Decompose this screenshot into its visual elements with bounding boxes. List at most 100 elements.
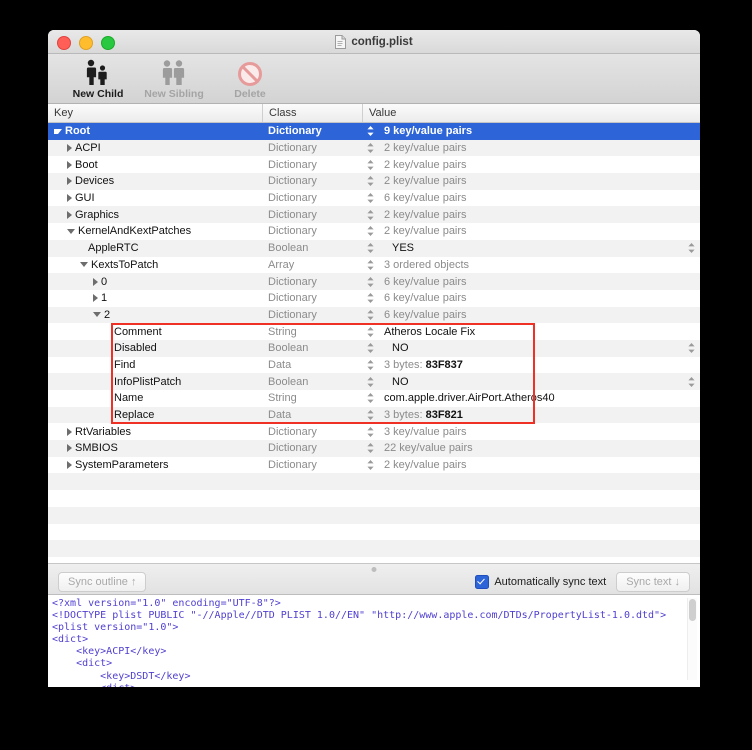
row-value-cell[interactable]: 3 bytes: 83F837: [378, 359, 682, 371]
class-stepper-icon[interactable]: [362, 459, 378, 471]
row-key-cell[interactable]: Find: [48, 359, 262, 371]
disclosure-triangle-expanded[interactable]: [54, 128, 62, 134]
disclosure-triangle-collapsed[interactable]: [67, 160, 72, 169]
table-row[interactable]: AppleRTC Boolean YES: [48, 239, 700, 257]
value-stepper-icon[interactable]: [682, 376, 700, 388]
table-row[interactable]: Comment String Atheros Locale Fix: [48, 323, 700, 340]
class-stepper-icon[interactable]: [362, 342, 378, 354]
disclosure-triangle-expanded[interactable]: [67, 228, 75, 234]
table-row[interactable]: 2 Dictionary 6 key/value pairs: [48, 306, 700, 324]
class-stepper-icon[interactable]: [362, 142, 378, 154]
row-value-cell[interactable]: 3 bytes: 83F821: [378, 409, 682, 421]
row-key-cell[interactable]: InfoPlistPatch: [48, 376, 262, 388]
class-stepper-icon[interactable]: [362, 426, 378, 438]
row-key-cell[interactable]: 1: [48, 292, 262, 304]
table-row[interactable]: SMBIOS Dictionary 22 key/value pairs: [48, 440, 700, 457]
new-sibling-button[interactable]: New Sibling: [138, 56, 210, 100]
auto-sync-checkbox[interactable]: [475, 575, 490, 589]
column-header-value[interactable]: Value: [362, 104, 700, 122]
table-row[interactable]: 0 Dictionary 6 key/value pairs: [48, 273, 700, 290]
row-key-cell[interactable]: Devices: [48, 175, 262, 187]
table-row[interactable]: 1 Dictionary 6 key/value pairs: [48, 289, 700, 307]
table-row[interactable]: Devices Dictionary 2 key/value pairs: [48, 173, 700, 190]
table-row[interactable]: Boot Dictionary 2 key/value pairs: [48, 156, 700, 174]
row-class-cell[interactable]: Dictionary: [262, 159, 362, 171]
disclosure-triangle-collapsed[interactable]: [67, 461, 72, 470]
row-class-cell[interactable]: Boolean: [262, 342, 362, 354]
row-value-cell[interactable]: 6 key/value pairs: [378, 309, 682, 321]
table-row[interactable]: Root Dictionary 9 key/value pairs: [48, 123, 700, 140]
row-value-cell[interactable]: 6 key/value pairs: [378, 276, 682, 288]
row-class-cell[interactable]: Data: [262, 409, 362, 421]
empty-row[interactable]: [48, 523, 700, 541]
source-scrollbar-thumb[interactable]: [689, 599, 696, 621]
row-class-cell[interactable]: Dictionary: [262, 175, 362, 187]
row-class-cell[interactable]: Dictionary: [262, 309, 362, 321]
column-header-class[interactable]: Class: [262, 104, 362, 122]
row-key-cell[interactable]: Comment: [48, 326, 262, 338]
row-class-cell[interactable]: Dictionary: [262, 292, 362, 304]
row-class-cell[interactable]: Dictionary: [262, 442, 362, 454]
disclosure-triangle-collapsed[interactable]: [67, 144, 72, 153]
row-value-cell[interactable]: 6 key/value pairs: [378, 192, 682, 204]
empty-row[interactable]: [48, 490, 700, 507]
table-row[interactable]: ACPI Dictionary 2 key/value pairs: [48, 139, 700, 157]
class-stepper-icon[interactable]: [362, 242, 378, 254]
row-value-cell[interactable]: com.apple.driver.AirPort.Atheros40: [378, 392, 682, 404]
disclosure-triangle-collapsed[interactable]: [67, 194, 72, 203]
class-stepper-icon[interactable]: [362, 225, 378, 237]
row-value-cell[interactable]: 2 key/value pairs: [378, 225, 682, 237]
row-value-cell[interactable]: 2 key/value pairs: [378, 209, 682, 221]
disclosure-triangle-collapsed[interactable]: [93, 294, 98, 303]
row-key-cell[interactable]: ACPI: [48, 142, 262, 154]
class-stepper-icon[interactable]: [362, 125, 378, 137]
row-class-cell[interactable]: Boolean: [262, 376, 362, 388]
column-header-key[interactable]: Key: [48, 104, 262, 122]
row-class-cell[interactable]: String: [262, 326, 362, 338]
class-stepper-icon[interactable]: [362, 442, 378, 454]
disclosure-triangle-collapsed[interactable]: [67, 427, 72, 436]
window-titlebar[interactable]: config.plist: [48, 30, 700, 54]
splitter-grip[interactable]: [371, 567, 377, 572]
row-key-cell[interactable]: KextsToPatch: [48, 259, 262, 271]
table-row[interactable]: Name String com.apple.driver.AirPort.Ather…: [48, 390, 700, 407]
value-stepper-icon[interactable]: [682, 342, 700, 354]
row-class-cell[interactable]: Data: [262, 359, 362, 371]
row-value-cell[interactable]: YES: [378, 242, 682, 254]
table-row[interactable]: Replace Data 3 bytes: 83F821: [48, 406, 700, 424]
table-row[interactable]: KernelAndKextPatches Dictionary 2 key/valu…: [48, 223, 700, 240]
row-key-cell[interactable]: RtVariables: [48, 426, 262, 438]
delete-button[interactable]: Delete: [214, 56, 286, 100]
table-row[interactable]: KextsToPatch Array 3 ordered objects: [48, 256, 700, 274]
class-stepper-icon[interactable]: [362, 192, 378, 204]
auto-sync-checkbox-group[interactable]: Automatically sync text: [475, 575, 606, 589]
xml-source-view[interactable]: <?xml version="1.0" encoding="UTF-8"?> <…: [48, 595, 700, 687]
class-stepper-icon[interactable]: [362, 159, 378, 171]
row-class-cell[interactable]: Dictionary: [262, 276, 362, 288]
row-key-cell[interactable]: 2: [48, 309, 262, 321]
disclosure-triangle-collapsed[interactable]: [67, 210, 72, 219]
disclosure-triangle-collapsed[interactable]: [67, 177, 72, 186]
row-class-cell[interactable]: Dictionary: [262, 192, 362, 204]
row-value-cell[interactable]: 2 key/value pairs: [378, 459, 682, 471]
disclosure-triangle-collapsed[interactable]: [67, 444, 72, 453]
new-child-button[interactable]: New Child: [62, 56, 134, 100]
row-value-cell[interactable]: 2 key/value pairs: [378, 175, 682, 187]
row-key-cell[interactable]: AppleRTC: [48, 242, 262, 254]
empty-row[interactable]: [48, 506, 700, 524]
row-class-cell[interactable]: String: [262, 392, 362, 404]
class-stepper-icon[interactable]: [362, 359, 378, 371]
row-key-cell[interactable]: Graphics: [48, 209, 262, 221]
row-class-cell[interactable]: Dictionary: [262, 426, 362, 438]
class-stepper-icon[interactable]: [362, 309, 378, 321]
row-value-cell[interactable]: NO: [378, 342, 682, 354]
class-stepper-icon[interactable]: [362, 326, 378, 338]
table-row[interactable]: RtVariables Dictionary 3 key/value pairs: [48, 423, 700, 441]
row-class-cell[interactable]: Dictionary: [262, 459, 362, 471]
row-key-cell[interactable]: KernelAndKextPatches: [48, 225, 262, 237]
row-value-cell[interactable]: 2 key/value pairs: [378, 159, 682, 171]
row-value-cell[interactable]: 2 key/value pairs: [378, 142, 682, 154]
row-key-cell[interactable]: SystemParameters: [48, 459, 262, 471]
disclosure-triangle-collapsed[interactable]: [93, 277, 98, 286]
row-class-cell[interactable]: Dictionary: [262, 225, 362, 237]
